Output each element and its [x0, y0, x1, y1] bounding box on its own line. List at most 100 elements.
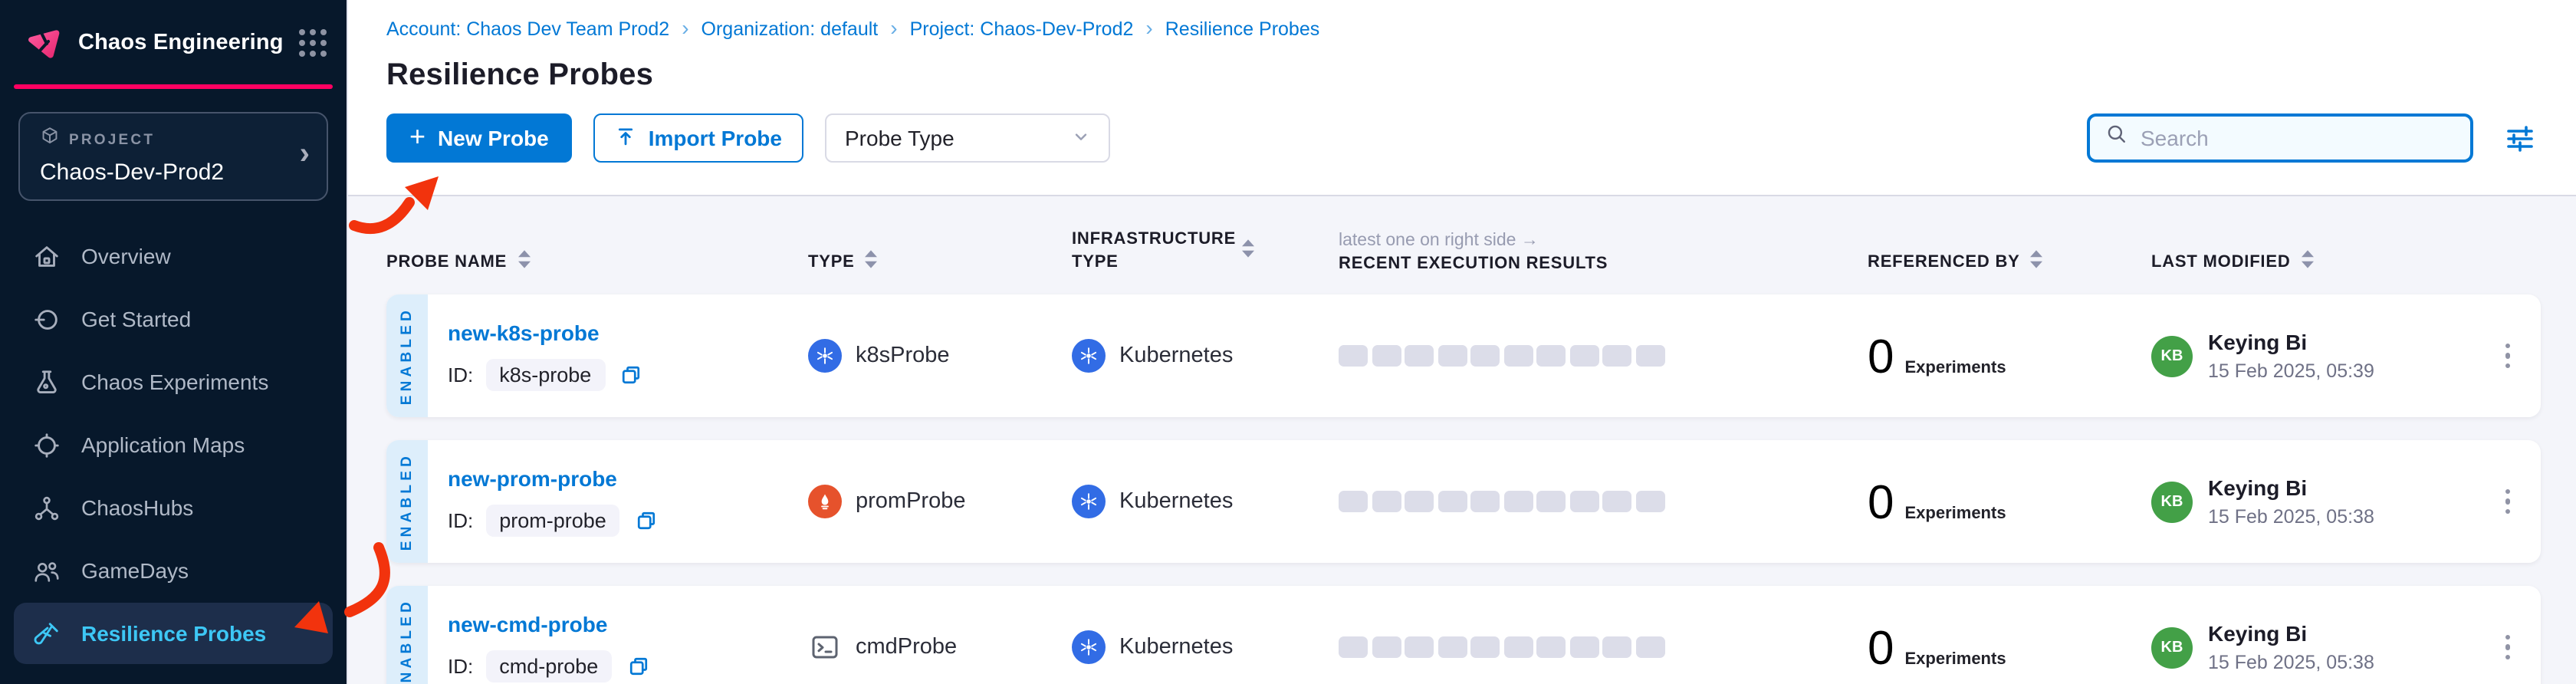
column-header-probe-name[interactable]: PROBE NAME [386, 250, 808, 294]
last-modified-cell: KB Keying Bi 15 Feb 2025, 05:38 [2151, 621, 2472, 673]
cmdProbe-icon [808, 630, 842, 664]
breadcrumb-account[interactable]: Account: Chaos Dev Team Prod2 [386, 18, 669, 40]
breadcrumb-project[interactable]: Project: Chaos-Dev-Prod2 [910, 18, 1134, 40]
modified-date: 15 Feb 2025, 05:38 [2208, 506, 2374, 528]
execution-result-placeholder [1569, 636, 1598, 658]
import-probe-button[interactable]: Import Probe [593, 113, 803, 163]
breadcrumb-organization[interactable]: Organization: default [702, 18, 879, 40]
app-switcher-grid-icon[interactable] [299, 28, 327, 56]
probe-row[interactable]: ENABLED new-cmd-probe ID: cmd-probe [386, 586, 2541, 684]
main-content: Account: Chaos Dev Team Prod2 › Organiza… [348, 0, 2576, 684]
sidebar-item-get-started[interactable]: Get Started [14, 288, 333, 350]
execution-result-placeholder [1536, 636, 1566, 658]
referenced-count: 0 [1868, 478, 1894, 525]
search-input[interactable] [2141, 126, 2455, 150]
probe-name-link[interactable]: new-cmd-probe [448, 612, 808, 636]
modified-by-name: Keying Bi [2208, 621, 2374, 646]
execution-result-placeholder [1339, 345, 1368, 367]
copy-icon[interactable] [617, 361, 645, 389]
cube-icon [40, 126, 60, 153]
execution-result-placeholder [1470, 491, 1500, 512]
target-icon [31, 429, 61, 460]
new-probe-button[interactable]: + New Probe [386, 113, 572, 163]
copy-icon[interactable] [632, 507, 660, 534]
application-window: Chaos Engineering PROJECT [0, 0, 2576, 684]
avatar: KB [2151, 626, 2193, 668]
hub-icon [31, 492, 61, 523]
sidebar-item-label: Application Maps [81, 432, 245, 457]
probe-name-link[interactable]: new-prom-probe [448, 466, 808, 491]
test-tube-icon [31, 618, 61, 649]
execution-result-placeholder [1405, 345, 1434, 367]
column-header-type[interactable]: TYPE [808, 250, 1072, 294]
probes-table: PROBE NAME TYPE INFRASTRUCTURE TYPE [348, 196, 2576, 684]
referenced-unit: Experiments [1905, 504, 2006, 522]
column-header-recent-execution-results: latest one on right side → RECENT EXECUT… [1339, 232, 1868, 294]
k8sProbe-icon [808, 339, 842, 373]
execution-result-placeholder [1536, 345, 1566, 367]
probe-id-value: prom-probe [485, 505, 620, 537]
page-header: Account: Chaos Dev Team Prod2 › Organiza… [348, 0, 2576, 196]
infrastructure-type-label: Kubernetes [1119, 635, 1233, 659]
sidebar-item-label: ChaosHubs [81, 495, 193, 520]
id-label: ID: [448, 363, 473, 386]
probe-id-value: k8s-probe [485, 359, 605, 391]
execution-result-placeholder [1339, 636, 1368, 658]
modified-date: 15 Feb 2025, 05:38 [2208, 652, 2374, 673]
referenced-by-cell: 0 Experiments [1868, 478, 2151, 525]
referenced-unit: Experiments [1905, 358, 2006, 377]
toolbar: + New Probe Import Probe Probe Type [386, 113, 2538, 163]
probe-type-dropdown-value: Probe Type [845, 126, 955, 150]
project-selector[interactable]: PROJECT Chaos-Dev-Prod2 › [18, 112, 328, 201]
column-header-infrastructure-type[interactable]: INFRASTRUCTURE TYPE [1072, 229, 1339, 294]
kubernetes-icon [1072, 630, 1106, 664]
plus-icon: + [409, 123, 426, 150]
execution-result-placeholder [1438, 636, 1467, 658]
status-badge: ENABLED [386, 294, 428, 417]
sort-icon[interactable] [518, 250, 530, 273]
row-menu-kebab-icon[interactable] [2499, 629, 2516, 666]
chevron-right-icon: › [300, 137, 310, 173]
status-badge: ENABLED [386, 440, 428, 563]
recent-execution-results [1339, 636, 1868, 658]
sidebar-item-gamedays[interactable]: GameDays [14, 540, 333, 601]
sidebar-item-chaoshubs[interactable]: ChaosHubs [14, 477, 333, 538]
probe-row[interactable]: ENABLED new-k8s-probe ID: k8s-probe [386, 294, 2541, 417]
sidebar-item-label: Resilience Probes [81, 621, 266, 646]
sort-icon[interactable] [866, 250, 878, 273]
row-menu-kebab-icon[interactable] [2499, 337, 2516, 375]
search-box [2087, 113, 2473, 163]
execution-result-placeholder [1569, 491, 1598, 512]
get-started-icon [31, 304, 61, 334]
probe-row[interactable]: ENABLED new-prom-probe ID: prom-probe [386, 440, 2541, 563]
probe-type-label: promProbe [856, 489, 965, 514]
sidebar-item-resilience-probes[interactable]: Resilience Probes [14, 603, 333, 664]
kubernetes-icon [1072, 485, 1106, 518]
execution-result-placeholder [1470, 345, 1500, 367]
filter-sliders-icon[interactable] [2501, 120, 2538, 156]
probe-type-label: cmdProbe [856, 635, 957, 659]
probe-name-link[interactable]: new-k8s-probe [448, 321, 808, 345]
copy-icon[interactable] [624, 653, 652, 680]
breadcrumb-separator-icon: › [1145, 17, 1152, 38]
probe-type-dropdown[interactable]: Probe Type [825, 113, 1110, 163]
sidebar-item-chaos-experiments[interactable]: Chaos Experiments [14, 351, 333, 413]
sort-icon[interactable] [2302, 250, 2314, 273]
table-header-row: PROBE NAME TYPE INFRASTRUCTURE TYPE [386, 196, 2541, 294]
modified-by-name: Keying Bi [2208, 475, 2374, 500]
referenced-by-cell: 0 Experiments [1868, 332, 2151, 380]
column-header-last-modified[interactable]: LAST MODIFIED [2151, 250, 2472, 294]
infrastructure-type-label: Kubernetes [1119, 489, 1233, 514]
sort-icon[interactable] [1242, 239, 1254, 262]
referenced-by-cell: 0 Experiments [1868, 623, 2151, 671]
id-label: ID: [448, 509, 473, 532]
sort-icon[interactable] [2031, 250, 2043, 273]
row-menu-kebab-icon[interactable] [2499, 483, 2516, 521]
breadcrumb-current[interactable]: Resilience Probes [1165, 18, 1320, 40]
referenced-count: 0 [1868, 332, 1894, 380]
referenced-unit: Experiments [1905, 649, 2006, 668]
sidebar-item-application-maps[interactable]: Application Maps [14, 414, 333, 475]
sidebar-item-overview[interactable]: Overview [14, 225, 333, 287]
last-modified-cell: KB Keying Bi 15 Feb 2025, 05:39 [2151, 330, 2472, 382]
column-header-referenced-by[interactable]: REFERENCED BY [1868, 250, 2151, 294]
